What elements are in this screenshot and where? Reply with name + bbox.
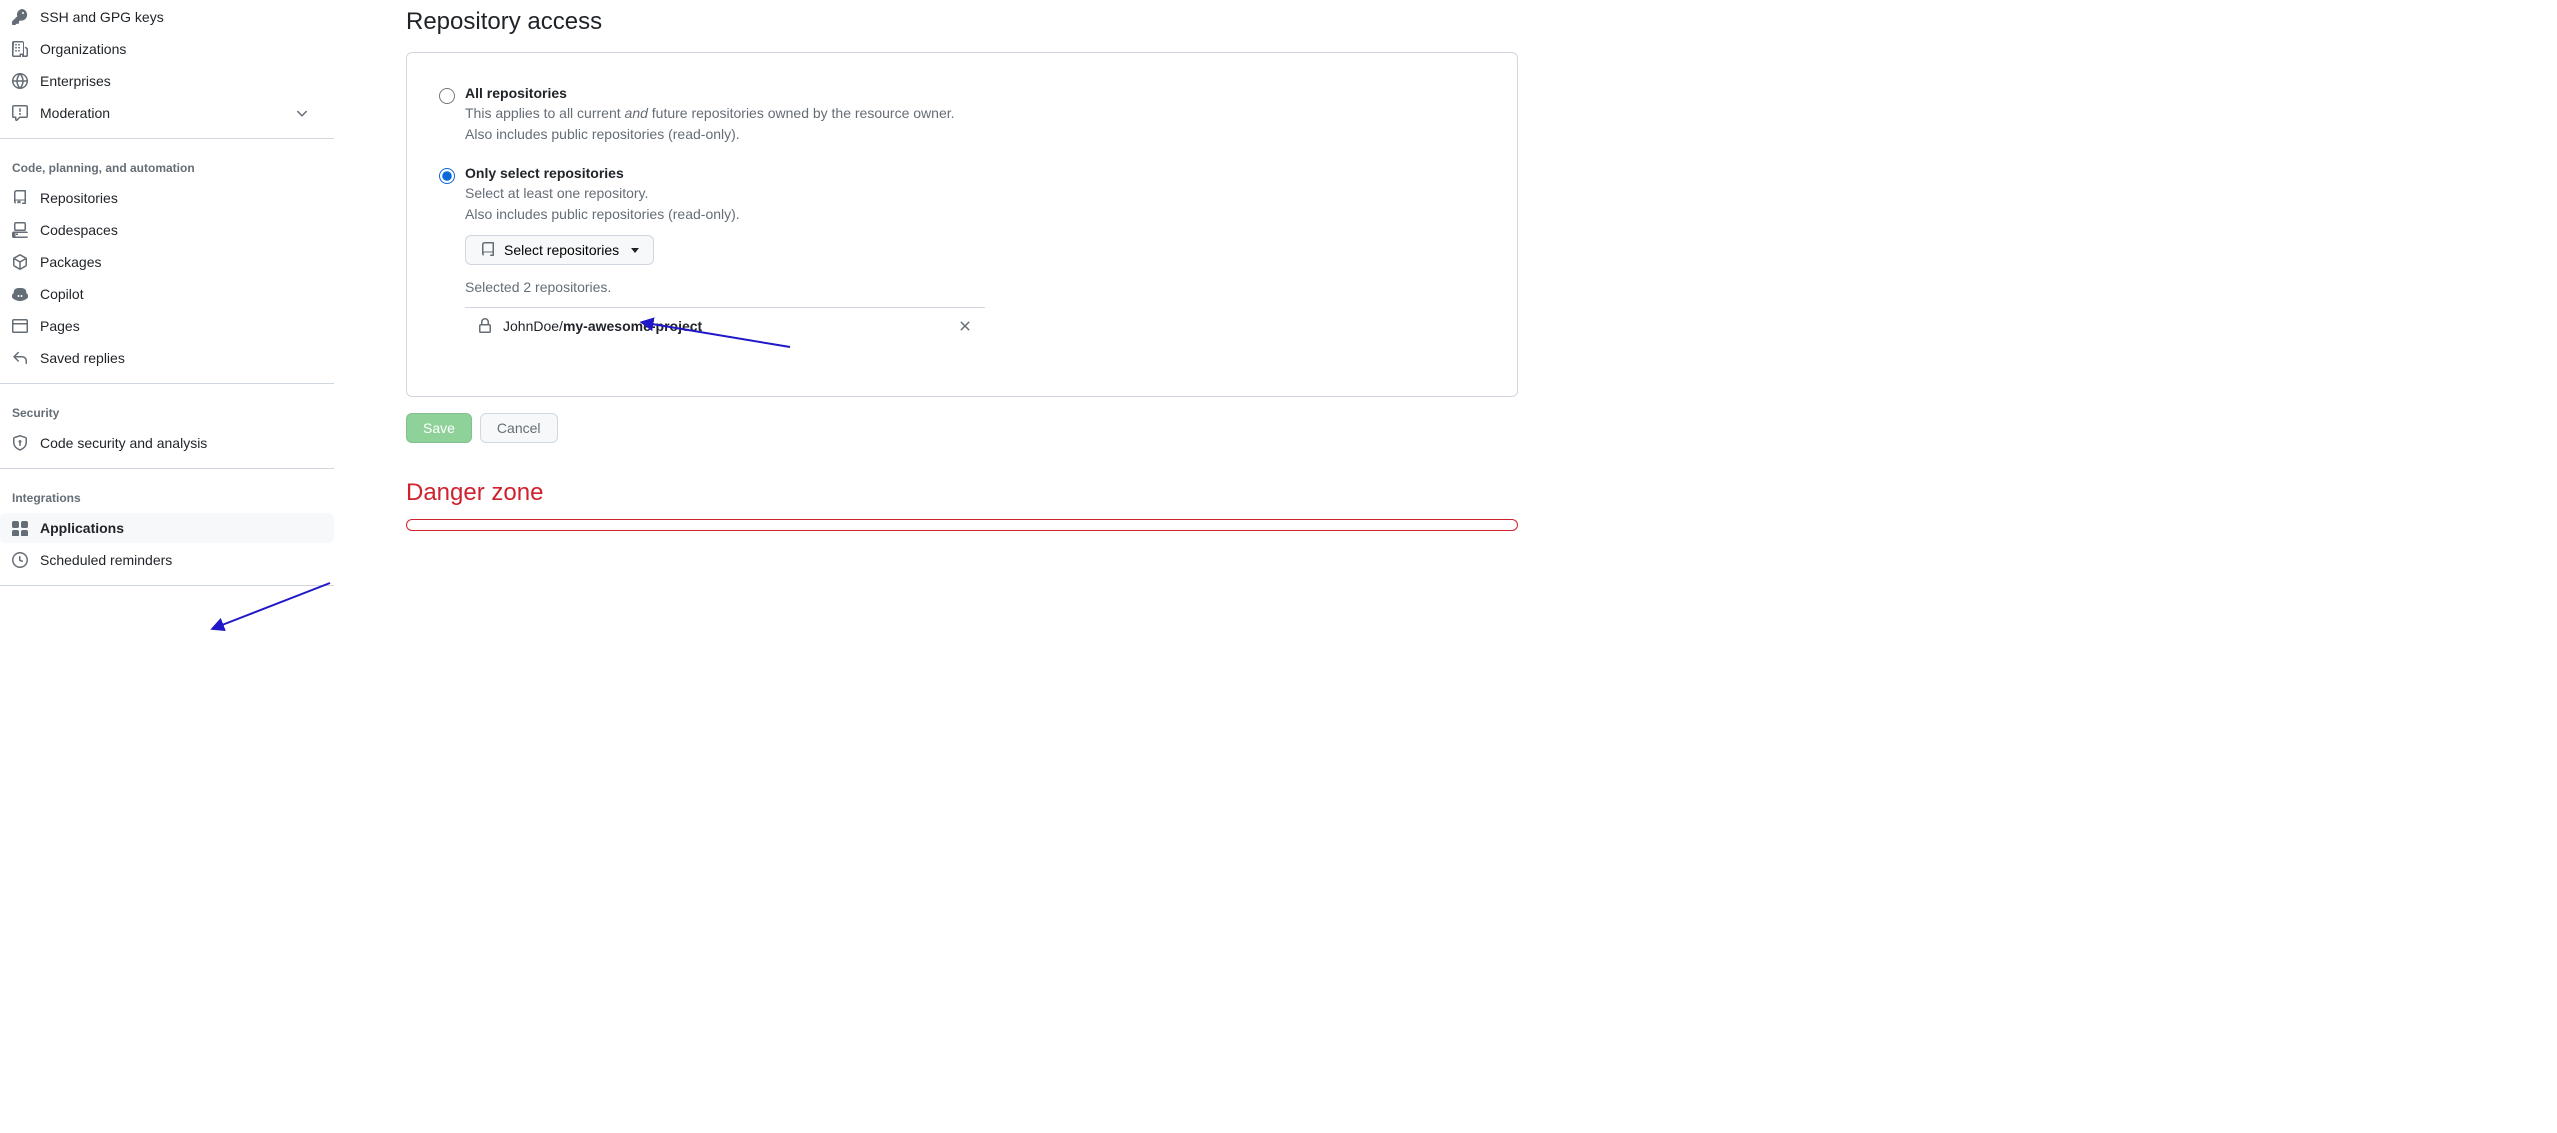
selected-repo-item: JohnDoe/my-awesome-project — [465, 307, 985, 344]
sidebar-item-label: Codespaces — [40, 222, 118, 238]
danger-zone-title: Danger zone — [406, 479, 1518, 507]
section-header-code: Code, planning, and automation — [0, 149, 334, 181]
sidebar-item-organizations[interactable]: Organizations — [0, 34, 334, 64]
sidebar-item-moderation[interactable]: Moderation — [0, 98, 334, 128]
report-icon — [12, 105, 28, 121]
sidebar-item-label: Moderation — [40, 105, 110, 121]
key-icon — [12, 9, 28, 25]
sidebar-item-label: Packages — [40, 254, 101, 270]
radio-all-title: All repositories — [465, 85, 955, 101]
radio-select-input[interactable] — [439, 168, 455, 184]
cancel-button[interactable]: Cancel — [480, 413, 558, 443]
organization-icon — [12, 41, 28, 57]
main-content: Repository access All repositories This … — [350, 0, 1550, 612]
sidebar-item-label: Saved replies — [40, 350, 125, 366]
page-title: Repository access — [406, 8, 1518, 36]
radio-select-title: Only select repositories — [465, 165, 1485, 181]
sidebar-item-label: Enterprises — [40, 73, 111, 89]
sidebar-item-codespaces[interactable]: Codespaces — [0, 215, 334, 245]
radio-all-repositories: All repositories This applies to all cur… — [439, 85, 1485, 145]
sidebar-item-scheduled-reminders[interactable]: Scheduled reminders — [0, 545, 334, 575]
sidebar-item-pages[interactable]: Pages — [0, 311, 334, 341]
browser-icon — [12, 318, 28, 334]
divider — [0, 383, 334, 384]
sidebar-item-saved-replies[interactable]: Saved replies — [0, 343, 334, 373]
sidebar-item-packages[interactable]: Packages — [0, 247, 334, 277]
divider — [0, 468, 334, 469]
clock-icon — [12, 552, 28, 568]
apps-icon — [12, 520, 28, 536]
codespaces-icon — [12, 222, 28, 238]
sidebar-item-label: Organizations — [40, 41, 126, 57]
divider — [0, 138, 334, 139]
action-buttons: Save Cancel — [406, 413, 1518, 443]
package-icon — [12, 254, 28, 270]
select-repositories-label: Select repositories — [504, 242, 619, 258]
sidebar-item-enterprises[interactable]: Enterprises — [0, 66, 334, 96]
sidebar-item-ssh-gpg[interactable]: SSH and GPG keys — [0, 2, 334, 32]
sidebar-item-label: Repositories — [40, 190, 118, 206]
save-button[interactable]: Save — [406, 413, 472, 443]
annotation-arrow — [210, 575, 340, 635]
caret-down-icon — [631, 248, 639, 253]
sidebar-item-label: Scheduled reminders — [40, 552, 172, 568]
sidebar-item-repositories[interactable]: Repositories — [0, 183, 334, 213]
sidebar-item-label: Copilot — [40, 286, 84, 302]
copilot-icon — [12, 286, 28, 302]
repo-icon — [480, 242, 496, 258]
sidebar-item-copilot[interactable]: Copilot — [0, 279, 334, 309]
repo-name: my-awesome-project — [563, 318, 702, 334]
chevron-down-icon — [294, 105, 310, 121]
section-header-integrations: Integrations — [0, 479, 334, 511]
radio-select-desc: Select at least one repository. Also inc… — [465, 183, 1485, 225]
divider — [0, 585, 334, 586]
lock-icon — [477, 318, 493, 334]
sidebar-item-label: Applications — [40, 520, 124, 536]
radio-all-input[interactable] — [439, 88, 455, 104]
shield-icon — [12, 435, 28, 451]
sidebar-item-label: SSH and GPG keys — [40, 9, 164, 25]
repo-icon — [12, 190, 28, 206]
sidebar-item-label: Pages — [40, 318, 80, 334]
selected-count-text: Selected 2 repositories. — [465, 279, 1485, 295]
remove-repo-button[interactable] — [957, 318, 973, 334]
reply-icon — [12, 350, 28, 366]
globe-icon — [12, 73, 28, 89]
settings-sidebar: SSH and GPG keys Organizations Enterpris… — [0, 0, 350, 612]
radio-all-desc: This applies to all current and future r… — [465, 103, 955, 145]
radio-select-repositories: Only select repositories Select at least… — [439, 165, 1485, 344]
selected-repo-list: JohnDoe/my-awesome-project — [465, 307, 1485, 344]
radio-select-label[interactable]: Only select repositories Select at least… — [439, 165, 1485, 344]
select-repositories-button[interactable]: Select repositories — [465, 235, 654, 265]
sidebar-item-applications[interactable]: Applications — [0, 513, 334, 543]
danger-zone-box — [406, 519, 1518, 531]
radio-all-label[interactable]: All repositories This applies to all cur… — [439, 85, 1485, 145]
section-header-security: Security — [0, 394, 334, 426]
repo-path: JohnDoe/my-awesome-project — [503, 318, 702, 334]
sidebar-item-code-security[interactable]: Code security and analysis — [0, 428, 334, 458]
repo-owner: JohnDoe/ — [503, 318, 563, 334]
sidebar-item-label: Code security and analysis — [40, 435, 207, 451]
repository-access-box: All repositories This applies to all cur… — [406, 52, 1518, 397]
